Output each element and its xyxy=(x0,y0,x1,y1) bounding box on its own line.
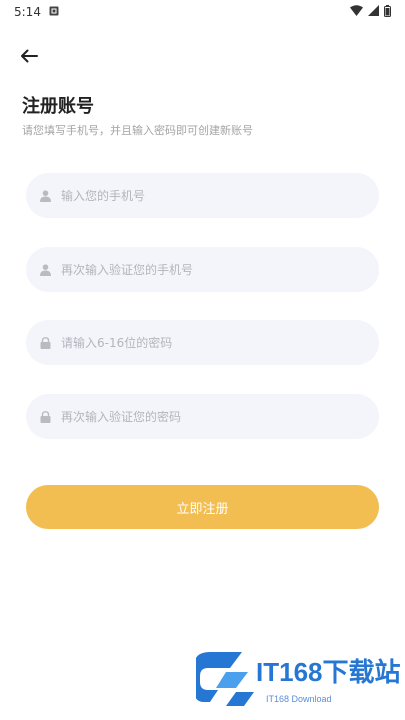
watermark-title: IT168下载站 xyxy=(256,657,401,687)
page-subtitle: 请您填写手机号，并且输入密码即可创建新账号 xyxy=(22,124,253,137)
status-time: 5:14 xyxy=(14,5,41,19)
watermark-subtitle: IT168 Download xyxy=(266,694,332,704)
wifi-icon xyxy=(350,5,363,19)
lock-icon xyxy=(38,410,52,424)
password-field[interactable] xyxy=(26,320,379,365)
watermark: IT168下载站 IT168 Download xyxy=(194,642,401,712)
page-title: 注册账号 xyxy=(22,96,94,117)
password-input[interactable] xyxy=(61,335,341,350)
lock-icon xyxy=(38,336,52,350)
user-icon xyxy=(38,189,52,203)
confirm-phone-field[interactable] xyxy=(26,247,379,292)
notification-icon xyxy=(49,5,59,19)
confirm-password-field[interactable] xyxy=(26,394,379,439)
confirm-password-input[interactable] xyxy=(61,409,341,424)
status-left: 5:14 xyxy=(14,5,59,19)
register-button[interactable]: 立即注册 xyxy=(26,485,379,529)
arrow-left-icon xyxy=(20,48,38,67)
battery-icon xyxy=(384,4,391,20)
status-right xyxy=(350,4,391,20)
confirm-phone-input[interactable] xyxy=(61,262,341,277)
user-icon xyxy=(38,263,52,277)
watermark-logo-icon xyxy=(194,642,258,716)
phone-input[interactable] xyxy=(61,188,341,203)
back-button[interactable] xyxy=(14,44,44,70)
phone-field[interactable] xyxy=(26,173,379,218)
signal-icon xyxy=(368,5,379,19)
status-bar: 5:14 xyxy=(0,0,405,24)
